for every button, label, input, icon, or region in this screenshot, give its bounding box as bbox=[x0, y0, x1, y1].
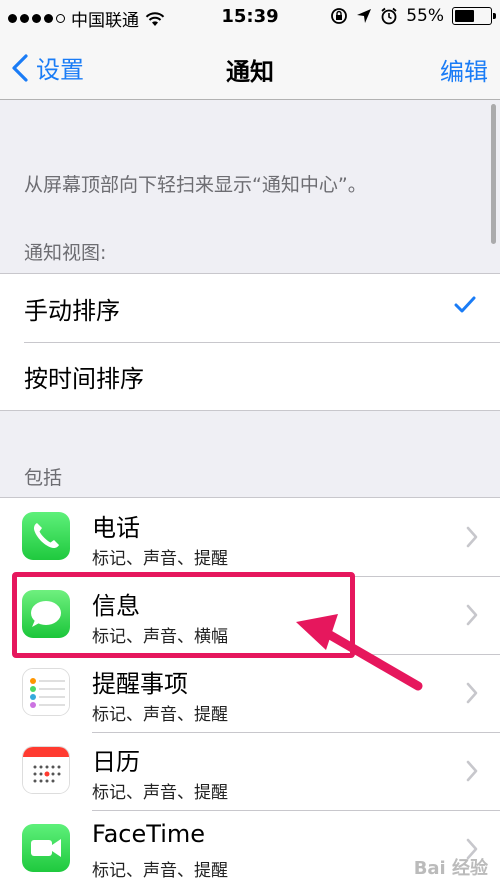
calendar-app-icon bbox=[22, 746, 70, 794]
reminders-app-icon bbox=[22, 668, 70, 716]
sort-option-by-time[interactable]: 按时间排序 bbox=[0, 342, 500, 410]
battery-icon bbox=[452, 7, 496, 25]
page-title: 通知 bbox=[226, 58, 274, 86]
navigation-bar: 设置 通知 编辑 bbox=[0, 36, 500, 100]
app-row-reminders[interactable]: 提醒事项 标记、声音、提醒 bbox=[0, 654, 500, 732]
watermark: Bai 经验 bbox=[413, 858, 488, 879]
sort-option-label: 按时间排序 bbox=[24, 364, 144, 393]
annotation-highlight-box bbox=[12, 572, 355, 658]
location-icon bbox=[357, 9, 372, 23]
app-name: 电话 bbox=[92, 514, 140, 542]
notification-center-hint: 从屏幕顶部向下轻扫来显示“通知中心”。 bbox=[24, 174, 367, 196]
chevron-right-icon bbox=[466, 526, 478, 548]
app-name: FaceTime bbox=[92, 820, 206, 848]
battery-percent: 55% bbox=[406, 6, 444, 26]
app-row-calendar[interactable]: 日历 标记、声音、提醒 bbox=[0, 732, 500, 810]
app-alert-settings: 标记、声音、提醒 bbox=[92, 549, 228, 569]
apps-list: 电话 标记、声音、提醒 信息 标记、声音、横幅 提醒事项 标记、声音、提醒 日历… bbox=[0, 497, 500, 888]
app-alert-settings: 标记、声音、提醒 bbox=[92, 705, 228, 725]
scroll-indicator[interactable] bbox=[491, 104, 496, 244]
status-right: 55% bbox=[330, 6, 496, 26]
chevron-right-icon bbox=[466, 604, 478, 626]
sort-option-manual[interactable]: 手动排序 bbox=[0, 274, 500, 342]
checkmark-icon bbox=[454, 296, 476, 313]
app-row-phone[interactable]: 电话 标记、声音、提醒 bbox=[0, 498, 500, 576]
battery-level-fill bbox=[455, 10, 474, 22]
edit-button[interactable]: 编辑 bbox=[440, 52, 488, 87]
section-header-include: 包括 bbox=[24, 467, 63, 489]
chevron-right-icon bbox=[466, 760, 478, 782]
facetime-app-icon bbox=[22, 824, 70, 872]
rotation-lock-icon bbox=[331, 8, 348, 24]
section-header-notification-view: 通知视图: bbox=[24, 242, 107, 264]
app-name: 日历 bbox=[92, 748, 140, 776]
app-alert-settings: 标记、声音、提醒 bbox=[92, 783, 228, 803]
status-bar: 中国联通 15:39 55% bbox=[0, 0, 500, 36]
app-alert-settings: 标记、声音、提醒 bbox=[92, 861, 228, 881]
alarm-icon bbox=[381, 7, 397, 25]
phone-app-icon bbox=[22, 512, 70, 560]
chevron-right-icon bbox=[466, 682, 478, 704]
app-name: 提醒事项 bbox=[92, 670, 188, 698]
sort-options-group: 手动排序 按时间排序 bbox=[0, 273, 500, 411]
sort-option-label: 手动排序 bbox=[24, 296, 120, 325]
